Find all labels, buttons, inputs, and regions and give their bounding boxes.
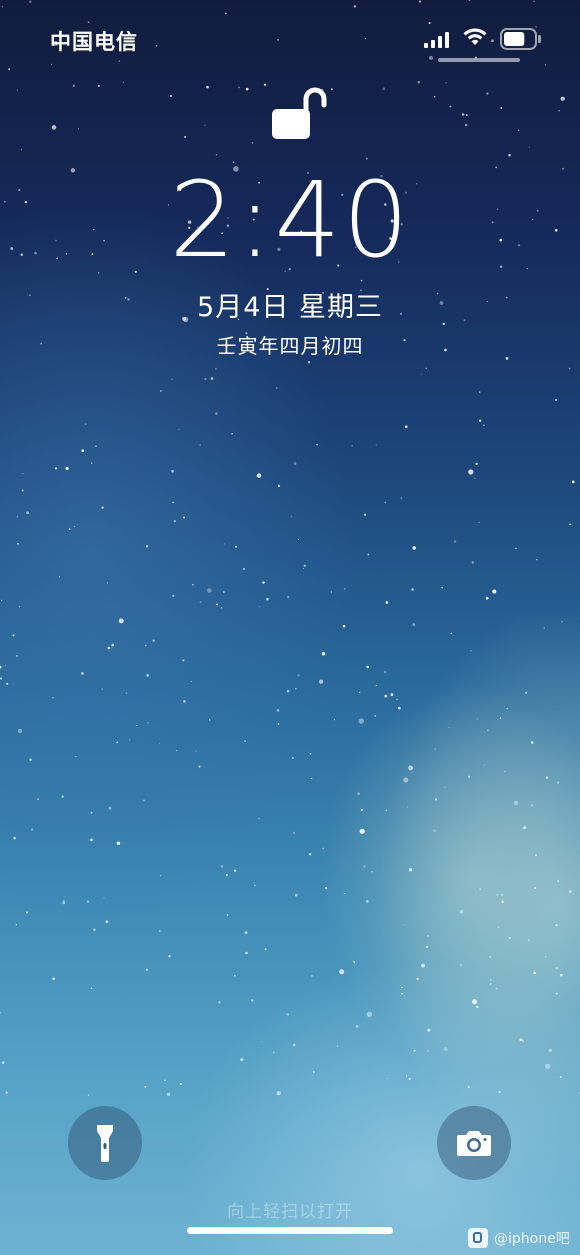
watermark-logo-icon <box>468 1228 488 1248</box>
home-indicator[interactable] <box>187 1227 393 1234</box>
flashlight-button[interactable] <box>68 1106 142 1180</box>
watermark: @iphone吧 <box>468 1228 570 1248</box>
control-center-indicator[interactable] <box>438 58 520 62</box>
wifi-icon <box>463 28 487 45</box>
battery-level-fill <box>504 32 525 46</box>
camera-button[interactable] <box>437 1106 511 1180</box>
flashlight-icon <box>97 1125 113 1162</box>
clock-time: 2:40 <box>169 159 411 281</box>
carrier-label: 中国电信 <box>50 30 138 54</box>
signal-icon <box>424 32 449 48</box>
watermark-text: @iphone吧 <box>494 1231 570 1247</box>
unlocked-padlock-icon <box>272 87 327 139</box>
battery-icon <box>500 28 541 50</box>
date-label: 5月4日 星期三 <box>197 292 383 323</box>
lock-screen: 中国电信 2:40 5月4日 星期三 壬寅年四月初四 向上轻扫以打开 @ipho… <box>0 0 580 1255</box>
camera-icon <box>457 1131 491 1156</box>
swipe-up-hint: 向上轻扫以打开 <box>227 1202 353 1222</box>
lunar-date-label: 壬寅年四月初四 <box>216 334 364 358</box>
status-bar: 中国电信 <box>0 0 580 70</box>
